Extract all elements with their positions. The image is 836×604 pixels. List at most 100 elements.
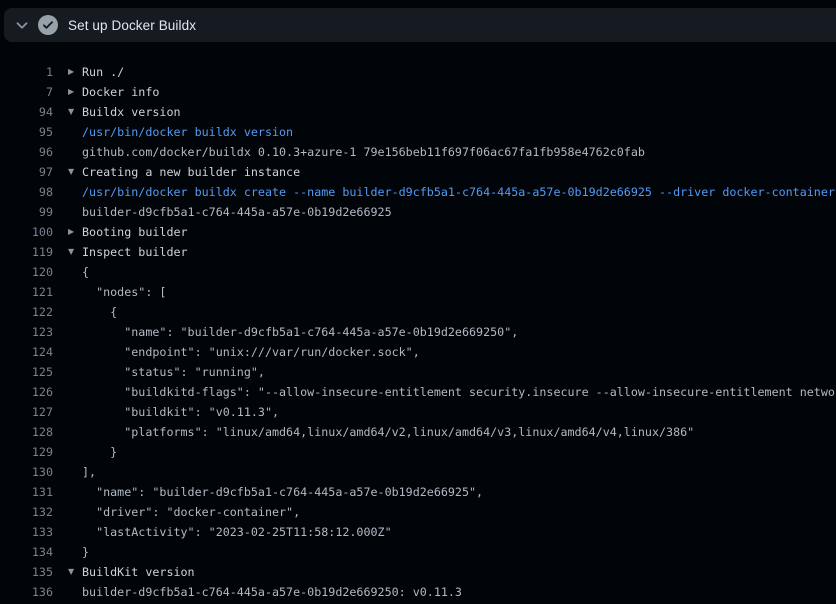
arrow-spacer	[68, 442, 82, 462]
chevron-right-icon[interactable]: ▶	[68, 82, 82, 102]
group-title: Docker info	[82, 82, 159, 102]
line-number[interactable]: 119	[0, 242, 53, 262]
line-number[interactable]: 132	[0, 502, 53, 522]
log-line: 124 "endpoint": "unix:///var/run/docker.…	[0, 342, 836, 362]
line-number[interactable]: 134	[0, 542, 53, 562]
log-line: 121 "nodes": [	[0, 282, 836, 302]
group-title: BuildKit version	[82, 562, 195, 582]
line-number[interactable]: 128	[0, 422, 53, 442]
arrow-spacer	[68, 462, 82, 482]
line-number[interactable]: 96	[0, 142, 53, 162]
arrow-spacer	[68, 142, 82, 162]
output-text: builder-d9cfb5a1-c764-445a-a57e-0b19d2e6…	[82, 202, 392, 222]
output-text: "name": "builder-d9cfb5a1-c764-445a-a57e…	[82, 482, 483, 502]
chevron-down-icon[interactable]: ▼	[68, 242, 82, 262]
output-text: "endpoint": "unix:///var/run/docker.sock…	[82, 342, 420, 362]
chevron-right-icon[interactable]: ▶	[68, 222, 82, 242]
log-line: 122 {	[0, 302, 836, 322]
output-text: builder-d9cfb5a1-c764-445a-a57e-0b19d2e6…	[82, 582, 462, 602]
output-text: "lastActivity": "2023-02-25T11:58:12.000…	[82, 522, 392, 542]
line-number[interactable]: 123	[0, 322, 53, 342]
group-title: Inspect builder	[82, 242, 188, 262]
output-text: "status": "running",	[82, 362, 265, 382]
line-number[interactable]: 133	[0, 522, 53, 542]
log-line: 129 }	[0, 442, 836, 462]
log-line: 98/usr/bin/docker buildx create --name b…	[0, 182, 836, 202]
output-text: "nodes": [	[82, 282, 166, 302]
output-text: "name": "builder-d9cfb5a1-c764-445a-a57e…	[82, 322, 518, 342]
arrow-spacer	[68, 322, 82, 342]
log-line: 120 {	[0, 262, 836, 282]
line-number[interactable]: 1	[0, 62, 53, 82]
step-header[interactable]: Set up Docker Buildx	[4, 8, 836, 42]
chevron-down-icon[interactable]: ▼	[68, 162, 82, 182]
line-number[interactable]: 120	[0, 262, 53, 282]
chevron-down-icon[interactable]: ▼	[68, 102, 82, 122]
log-container: 1▶Run ./7▶Docker info94▼Buildx version95…	[0, 62, 836, 602]
arrow-spacer	[68, 262, 82, 282]
arrow-spacer	[68, 302, 82, 322]
log-line: 96 github.com/docker/buildx 0.10.3+azure-…	[0, 142, 836, 162]
arrow-spacer	[68, 522, 82, 542]
chevron-right-icon[interactable]: ▶	[68, 62, 82, 82]
log-line: 132 "driver": "docker-container",	[0, 502, 836, 522]
log-line: 95/usr/bin/docker buildx version	[0, 122, 836, 142]
output-text: {	[82, 302, 117, 322]
line-number[interactable]: 95	[0, 122, 53, 142]
line-number[interactable]: 124	[0, 342, 53, 362]
line-number[interactable]: 122	[0, 302, 53, 322]
log-line: 125 "status": "running",	[0, 362, 836, 382]
line-number[interactable]: 125	[0, 362, 53, 382]
line-number[interactable]: 135	[0, 562, 53, 582]
log-group-row[interactable]: 97 ▼Creating a new builder instance	[0, 162, 836, 182]
arrow-spacer	[68, 582, 82, 602]
log-group-row[interactable]: 119 ▼Inspect builder	[0, 242, 836, 262]
log-line: 136 builder-d9cfb5a1-c764-445a-a57e-0b19d…	[0, 582, 836, 602]
log-line: 133 "lastActivity": "2023-02-25T11:58:12…	[0, 522, 836, 542]
log-group-row[interactable]: 94▼Buildx version	[0, 102, 836, 122]
line-number[interactable]: 126	[0, 382, 53, 402]
log-group-row[interactable]: 7 ▶Docker info	[0, 82, 836, 102]
output-text: "buildkitd-flags": "--allow-insecure-ent…	[82, 382, 836, 402]
line-number[interactable]: 136	[0, 582, 53, 602]
line-number[interactable]: 100	[0, 222, 53, 242]
line-number[interactable]: 94	[0, 102, 53, 122]
output-text: "buildkit": "v0.11.3",	[82, 402, 279, 422]
line-number[interactable]: 131	[0, 482, 53, 502]
output-text: {	[82, 262, 89, 282]
step-title: Set up Docker Buildx	[68, 18, 196, 33]
arrow-spacer	[68, 182, 82, 202]
output-text: }	[82, 442, 117, 462]
output-text: "driver": "docker-container",	[82, 502, 300, 522]
log-line: 126 "buildkitd-flags": "--allow-insecure…	[0, 382, 836, 402]
log-line: 134}	[0, 542, 836, 562]
arrow-spacer	[68, 282, 82, 302]
chevron-down-icon[interactable]	[14, 17, 30, 33]
output-text: }	[82, 542, 89, 562]
log-line: 128 "platforms": "linux/amd64,linux/amd6…	[0, 422, 836, 442]
output-text: github.com/docker/buildx 0.10.3+azure-1 …	[82, 142, 645, 162]
line-number[interactable]: 99	[0, 202, 53, 222]
arrow-spacer	[68, 382, 82, 402]
line-number[interactable]: 127	[0, 402, 53, 422]
check-circle-icon	[38, 15, 58, 35]
arrow-spacer	[68, 542, 82, 562]
chevron-down-icon[interactable]: ▼	[68, 562, 82, 582]
line-number[interactable]: 97	[0, 162, 53, 182]
log-group-row[interactable]: 1▶Run ./	[0, 62, 836, 82]
arrow-spacer	[68, 342, 82, 362]
line-number[interactable]: 98	[0, 182, 53, 202]
log-line: 123 "name": "builder-d9cfb5a1-c764-445a-…	[0, 322, 836, 342]
line-number[interactable]: 129	[0, 442, 53, 462]
arrow-spacer	[68, 422, 82, 442]
line-number[interactable]: 121	[0, 282, 53, 302]
group-title: Booting builder	[82, 222, 188, 242]
log-group-row[interactable]: 100 ▶Booting builder	[0, 222, 836, 242]
log-group-row[interactable]: 135 ▼BuildKit version	[0, 562, 836, 582]
log-line: 130],	[0, 462, 836, 482]
log-line: 131 "name": "builder-d9cfb5a1-c764-445a-…	[0, 482, 836, 502]
group-title: Creating a new builder instance	[82, 162, 300, 182]
line-number[interactable]: 130	[0, 462, 53, 482]
command-text: /usr/bin/docker buildx version	[82, 122, 293, 142]
line-number[interactable]: 7	[0, 82, 53, 102]
